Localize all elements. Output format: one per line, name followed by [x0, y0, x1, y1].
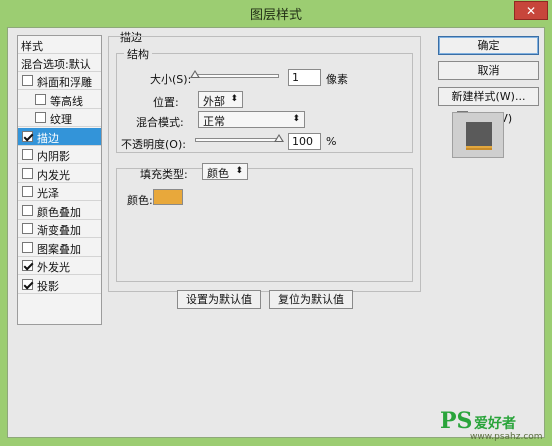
- stroke-color-swatch[interactable]: [153, 189, 183, 205]
- reset-default-button[interactable]: 复位为默认值: [269, 290, 353, 309]
- style-checkbox[interactable]: [22, 75, 33, 86]
- style-item-label: 等高线: [50, 94, 83, 108]
- style-item-label: 渐变叠加: [37, 224, 81, 237]
- opacity-input[interactable]: 100: [288, 133, 321, 150]
- opacity-unit: %: [326, 135, 337, 148]
- opacity-slider-thumb[interactable]: [274, 134, 284, 142]
- style-item-label: 外发光: [37, 261, 70, 274]
- style-checkbox[interactable]: [22, 204, 33, 216]
- style-item-label: 纹理: [50, 113, 72, 126]
- style-checkbox[interactable]: [35, 112, 46, 123]
- list-item-style[interactable]: 图案叠加: [18, 239, 101, 257]
- list-item-style[interactable]: 颜色叠加: [18, 202, 101, 220]
- fill-type-value: 颜色: [207, 167, 229, 180]
- list-item-style[interactable]: 斜面和浮雕: [18, 72, 101, 90]
- dialog-body: 样式 混合选项:默认 斜面和浮雕等高线纹理描边内阴影内发光光泽颜色叠加渐变叠加图…: [7, 27, 545, 438]
- style-item-label: 投影: [37, 279, 59, 293]
- watermark-url: www.psahz.com: [470, 432, 543, 442]
- watermark-logo: PS 爱好者 www.psahz.com: [440, 408, 550, 444]
- style-checkbox[interactable]: [22, 130, 33, 142]
- list-item-style[interactable]: 等高线: [18, 91, 101, 109]
- new-style-button[interactable]: 新建样式(W)...: [438, 87, 539, 106]
- size-label: 大小(S):: [150, 73, 192, 86]
- list-item-style[interactable]: 纹理: [18, 109, 101, 127]
- blend-mode-label: 混合模式:: [136, 116, 184, 129]
- style-checkbox[interactable]: [22, 260, 33, 271]
- fill-type-label: 填充类型:: [140, 168, 188, 181]
- style-item-label: 内发光: [37, 168, 70, 182]
- style-checkbox[interactable]: [22, 149, 33, 160]
- position-label: 位置:: [153, 96, 179, 109]
- style-item-label: 图案叠加: [37, 242, 81, 256]
- size-slider-track[interactable]: [195, 74, 279, 78]
- style-preview-thumbnail: [452, 112, 504, 158]
- set-default-button[interactable]: 设置为默认值: [177, 290, 261, 309]
- watermark-cn: 爱好者: [474, 416, 516, 432]
- dialog-title: 图层样式: [249, 8, 302, 23]
- opacity-slider-track[interactable]: [195, 138, 279, 142]
- structure-legend: 结构: [124, 46, 152, 62]
- fill-group: [116, 168, 413, 282]
- list-item-style[interactable]: 外发光: [18, 257, 101, 275]
- style-checkbox[interactable]: [22, 223, 33, 234]
- list-item-style[interactable]: 描边: [18, 127, 101, 146]
- blend-mode-select[interactable]: 正常 ⬍: [198, 111, 305, 128]
- style-checkbox[interactable]: [22, 241, 33, 253]
- style-item-label: 斜面和浮雕: [37, 76, 92, 89]
- preview-swatch: [466, 122, 492, 148]
- style-checkbox[interactable]: [22, 167, 33, 179]
- size-input[interactable]: 1: [288, 69, 321, 86]
- style-item-label: 描边: [37, 131, 59, 145]
- color-label: 颜色:: [127, 194, 153, 207]
- fill-type-select[interactable]: 颜色 ⬍: [202, 163, 248, 180]
- updown-arrow-icon: ⬍: [235, 166, 243, 176]
- style-checkbox[interactable]: [22, 186, 33, 197]
- opacity-label: 不透明度(O):: [121, 138, 186, 151]
- blend-mode-value: 正常: [203, 115, 225, 128]
- size-slider-thumb[interactable]: [190, 70, 200, 78]
- position-select[interactable]: 外部 ⬍: [198, 91, 243, 108]
- title-bar: 图层样式 ✕: [0, 0, 552, 26]
- ok-button[interactable]: 确定: [438, 36, 539, 55]
- style-item-label: 光泽: [37, 187, 59, 200]
- style-checkbox[interactable]: [22, 278, 33, 290]
- blending-options-label: 混合选项:默认: [21, 58, 91, 71]
- style-item-label: 颜色叠加: [37, 205, 81, 219]
- list-header-styles[interactable]: 样式: [18, 36, 101, 54]
- size-unit: 像素: [326, 73, 348, 86]
- list-item-style[interactable]: 渐变叠加: [18, 220, 101, 238]
- list-item-blending-options[interactable]: 混合选项:默认: [18, 54, 101, 72]
- cancel-button[interactable]: 取消: [438, 61, 539, 80]
- list-item-style[interactable]: 内阴影: [18, 146, 101, 164]
- watermark-ps: PS: [440, 408, 473, 434]
- layer-style-dialog: 图层样式 ✕ 样式 混合选项:默认 斜面和浮雕 等高线 纹理 描边 内阴影 内发光 光泽 颜色…: [0, 0, 552, 446]
- list-item-style[interactable]: 内发光: [18, 165, 101, 183]
- style-item-label: 内阴影: [37, 150, 70, 163]
- updown-arrow-icon: ⬍: [292, 114, 300, 124]
- style-list: 样式 混合选项:默认 斜面和浮雕等高线纹理描边内阴影内发光光泽颜色叠加渐变叠加图…: [17, 35, 102, 325]
- list-header-label: 样式: [21, 40, 43, 53]
- updown-arrow-icon: ⬍: [230, 94, 238, 104]
- position-value: 外部: [203, 95, 225, 108]
- style-checkbox[interactable]: [35, 93, 46, 105]
- list-item-style[interactable]: 投影: [18, 276, 101, 294]
- close-button[interactable]: ✕: [514, 1, 548, 20]
- list-item-style[interactable]: 光泽: [18, 183, 101, 201]
